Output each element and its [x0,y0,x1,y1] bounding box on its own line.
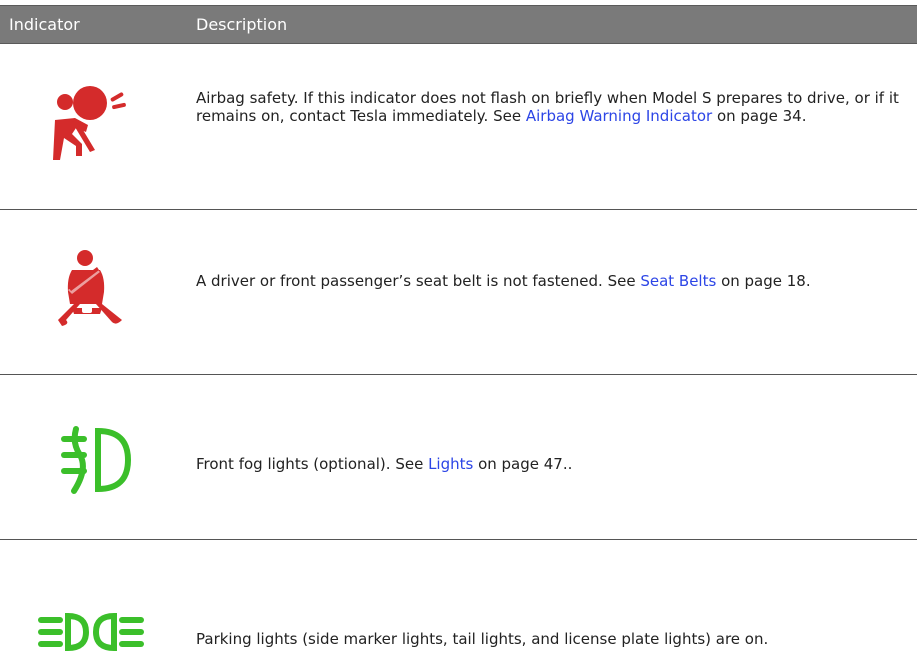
table-row-airbag: Airbag safety. If this indicator does no… [0,44,917,210]
description-cell: Front fog lights (optional). See Lights … [196,455,573,473]
table-row-seatbelt: A driver or front passenger’s seat belt … [0,210,917,375]
description-cell: A driver or front passenger’s seat belt … [196,272,811,290]
indicator-cell [0,540,196,653]
header-indicator: Indicator [9,15,80,34]
indicator-cell [0,375,196,539]
indicator-cell [0,44,196,209]
link-seat-belts[interactable]: Seat Belts [640,272,716,290]
header-description: Description [196,15,288,34]
indicator-table: Indicator Description Airbag safety. If … [0,0,917,653]
airbag-icon [53,86,126,160]
table-row-fog-lights: Front fog lights (optional). See Lights … [0,375,917,540]
table-header: Indicator Description [0,5,917,44]
fog-light-icon [61,426,132,494]
parking-lights-icon [38,612,144,652]
table-row-parking-lights: Parking lights (side marker lights, tail… [0,540,917,653]
indicator-cell [0,210,196,374]
description-cell: Airbag safety. If this indicator does no… [196,89,899,125]
seatbelt-icon [58,250,122,326]
description-cell: Parking lights (side marker lights, tail… [196,630,769,648]
link-airbag-warning-indicator[interactable]: Airbag Warning Indicator [526,107,712,125]
link-lights[interactable]: Lights [428,455,473,473]
